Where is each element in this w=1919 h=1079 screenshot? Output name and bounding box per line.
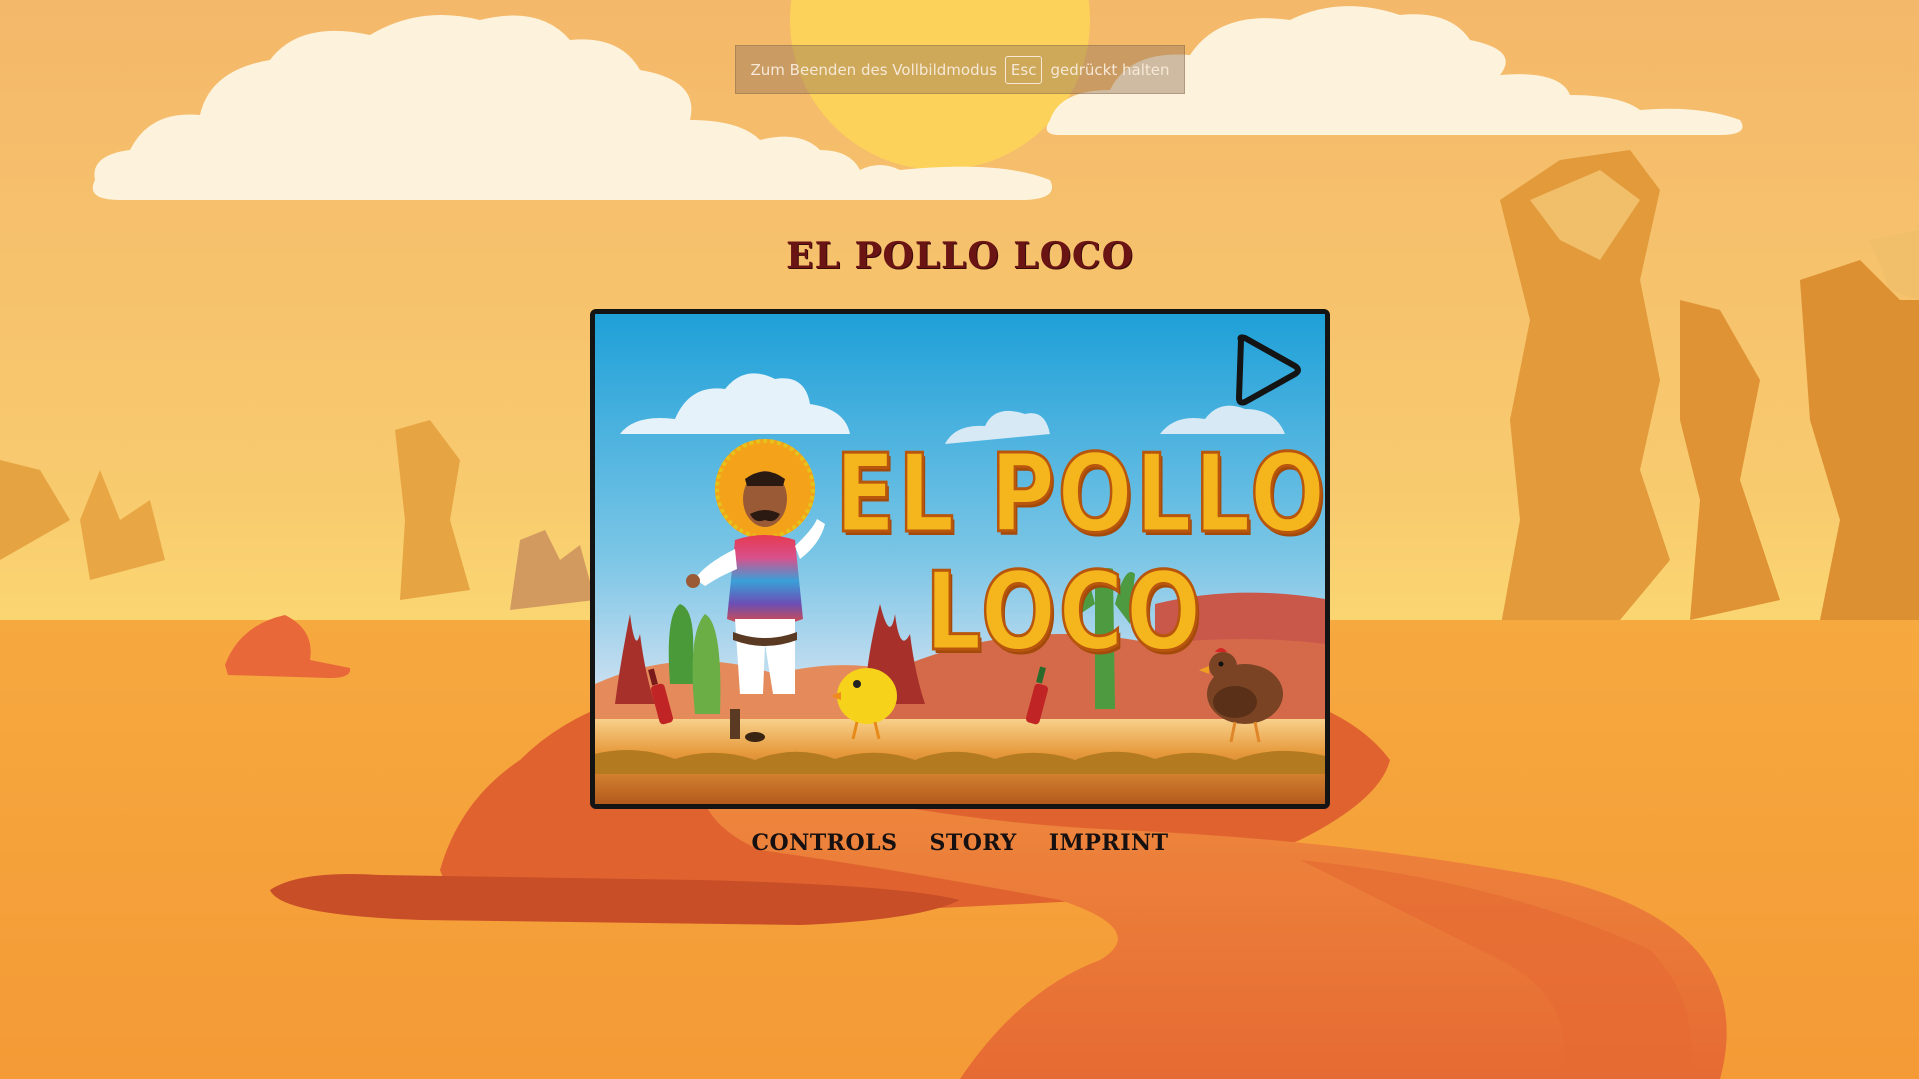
fullscreen-notice-prefix: Zum Beenden des Vollbildmodus xyxy=(750,60,997,79)
fullscreen-exit-notice: Zum Beenden des Vollbildmodus Esc gedrüc… xyxy=(735,45,1185,94)
game-canvas[interactable]: EL POLLO LOCO xyxy=(590,309,1330,809)
play-triangle-icon[interactable] xyxy=(1231,332,1303,408)
bottom-menu: CONTROLS STORY IMPRINT xyxy=(752,828,1168,858)
fullscreen-notice-suffix: gedrückt halten xyxy=(1050,60,1170,79)
controls-link[interactable]: CONTROLS xyxy=(752,830,898,856)
page-title: EL POLLO LOCO xyxy=(786,235,1134,277)
page-header: EL POLLO LOCO xyxy=(780,228,1140,284)
esc-key-badge: Esc xyxy=(1004,55,1043,84)
story-link[interactable]: STORY xyxy=(930,830,1017,856)
game-logo-line-1: EL POLLO xyxy=(834,431,1328,559)
imprint-link[interactable]: IMPRINT xyxy=(1049,830,1169,856)
game-logo-line-2: LOCO xyxy=(924,549,1204,677)
